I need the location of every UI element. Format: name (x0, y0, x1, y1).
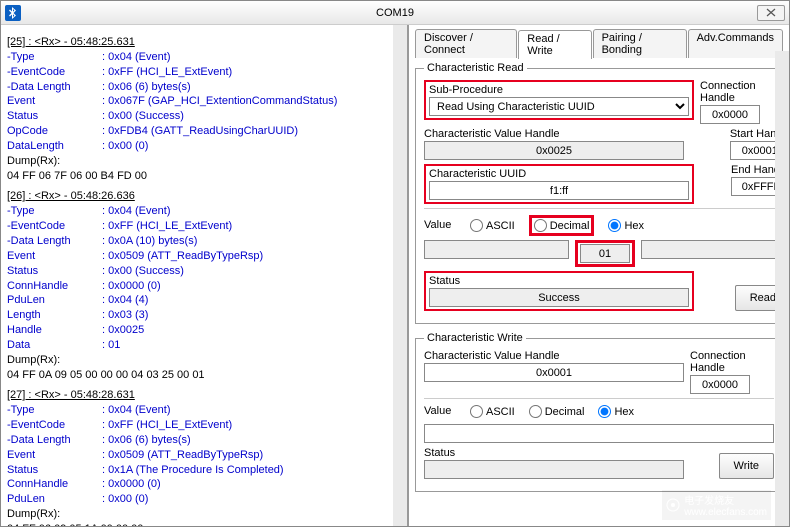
log-entry-header: [25] : <Rx> - 05:48:25.631 (7, 35, 401, 50)
write-radio-hex[interactable]: Hex (598, 405, 634, 418)
value-output (580, 244, 630, 263)
log-field: Status: 0x00 (Success) (7, 264, 401, 279)
log-field: -EventCode: 0xFF (HCI_LE_ExtEvent) (7, 418, 401, 433)
tab-read-write[interactable]: Read / Write (518, 30, 591, 59)
connection-handle-input[interactable] (700, 105, 760, 124)
sub-procedure-label: Sub-Procedure (429, 84, 689, 96)
divider (424, 208, 789, 209)
value-format-radios: ASCII Decimal Hex (470, 213, 644, 238)
write-cvh-label: Characteristic Value Handle (424, 350, 684, 362)
right-scrollbar[interactable] (775, 51, 789, 526)
radio-decimal[interactable]: Decimal (534, 219, 590, 232)
highlight-decimal: Decimal (529, 215, 595, 236)
log-field: Event: 0x067F (GAP_HCI_ExtentionCommandS… (7, 94, 401, 109)
log-dump-data: 04 FF 06 7F 06 00 B4 FD 00 (7, 169, 401, 184)
write-conn-handle-label: Connection Handle (690, 350, 774, 374)
write-conn-handle-input[interactable] (690, 375, 750, 394)
value-label: Value (424, 219, 464, 231)
log-dump-data: 04 FF 0A 09 05 00 00 00 04 03 25 00 01 (7, 368, 401, 383)
tab-strip: Discover / Connect Read / Write Pairing … (415, 29, 783, 58)
write-value-label: Value (424, 405, 464, 417)
char-uuid-input[interactable] (429, 181, 689, 200)
tab-adv-commands[interactable]: Adv.Commands (688, 29, 783, 58)
log-field: Event: 0x0509 (ATT_ReadByTypeRsp) (7, 249, 401, 264)
char-uuid-label: Characteristic UUID (429, 168, 689, 180)
log-field: Handle: 0x0025 (7, 323, 401, 338)
write-status-output (424, 460, 684, 479)
log-field: DataLength: 0x00 (0) (7, 139, 401, 154)
log-field: -Type: 0x04 (Event) (7, 204, 401, 219)
log-field: -EventCode: 0xFF (HCI_LE_ExtEvent) (7, 219, 401, 234)
divider (424, 398, 774, 399)
log-dump-label: Dump(Rx): (7, 507, 401, 522)
log-panel: [25] : <Rx> - 05:48:25.631-Type: 0x04 (E… (1, 25, 409, 526)
log-dump-label: Dump(Rx): (7, 154, 401, 169)
log-field: ConnHandle: 0x0000 (0) (7, 279, 401, 294)
right-panel: Discover / Connect Read / Write Pairing … (409, 25, 789, 526)
tab-discover-connect[interactable]: Discover / Connect (415, 29, 517, 58)
highlight-sub-procedure: Sub-Procedure Read Using Characteristic … (424, 80, 694, 120)
close-icon (761, 8, 781, 17)
watermark-icon (666, 498, 680, 512)
log-field: Event: 0x0509 (ATT_ReadByTypeRsp) (7, 448, 401, 463)
characteristic-write-legend: Characteristic Write (424, 332, 526, 344)
log-field: PduLen: 0x00 (0) (7, 492, 401, 507)
highlight-uuid: Characteristic UUID (424, 164, 694, 204)
log-field: -Type: 0x04 (Event) (7, 403, 401, 418)
log-entry-header: [27] : <Rx> - 05:48:28.631 (7, 388, 401, 403)
value-output-left (424, 240, 569, 259)
title-bar: COM19 (1, 1, 789, 25)
characteristic-read-legend: Characteristic Read (424, 62, 527, 74)
write-radio-ascii[interactable]: ASCII (470, 405, 515, 418)
write-cvh-input[interactable] (424, 363, 684, 382)
highlight-status: Status (424, 271, 694, 311)
status-output (429, 288, 689, 307)
log-field: ConnHandle: 0x0000 (0) (7, 477, 401, 492)
write-radio-decimal[interactable]: Decimal (529, 405, 585, 418)
tab-pairing-bonding[interactable]: Pairing / Bonding (593, 29, 687, 58)
app-window: COM19 [25] : <Rx> - 05:48:25.631-Type: 0… (0, 0, 790, 527)
log-field: PduLen: 0x04 (4) (7, 293, 401, 308)
radio-ascii[interactable]: ASCII (470, 219, 515, 232)
log-dump-data: 04 FF 06 09 05 1A 00 00 00 (7, 522, 401, 526)
window-title: COM19 (1, 7, 789, 19)
write-value-input[interactable] (424, 424, 774, 443)
write-value-format-radios: ASCII Decimal Hex (470, 403, 634, 420)
watermark: 电子发烧友 www.elecfans.com (662, 490, 771, 520)
char-value-handle-input[interactable] (424, 141, 684, 160)
log-dump-label: Dump(Rx): (7, 353, 401, 368)
log-field: -Data Length: 0x06 (6) bytes(s) (7, 80, 401, 95)
status-label: Status (429, 275, 689, 287)
characteristic-read-group: Characteristic Read Sub-Procedure Read U… (415, 62, 789, 324)
log-field: Status: 0x00 (Success) (7, 109, 401, 124)
log-field: -Data Length: 0x0A (10) bytes(s) (7, 234, 401, 249)
content-area: [25] : <Rx> - 05:48:25.631-Type: 0x04 (E… (1, 25, 789, 526)
log-field: OpCode: 0xFDB4 (GATT_ReadUsingCharUUID) (7, 124, 401, 139)
log-field: Data: 01 (7, 338, 401, 353)
log-field: -Data Length: 0x06 (6) bytes(s) (7, 433, 401, 448)
log-scrollbar[interactable] (393, 25, 407, 526)
sub-procedure-select[interactable]: Read Using Characteristic UUID (429, 97, 689, 116)
log-field: Status: 0x1A (The Procedure Is Completed… (7, 463, 401, 478)
value-output-right (641, 240, 789, 259)
write-status-label: Status (424, 447, 684, 459)
log-field: Length: 0x03 (3) (7, 308, 401, 323)
characteristic-write-group: Characteristic Write Characteristic Valu… (415, 332, 783, 492)
log-field: -EventCode: 0xFF (HCI_LE_ExtEvent) (7, 65, 401, 80)
radio-hex[interactable]: Hex (608, 219, 644, 232)
highlight-value (575, 240, 635, 267)
close-button[interactable] (757, 5, 785, 21)
log-entry-header: [26] : <Rx> - 05:48:26.636 (7, 189, 401, 204)
log-field: -Type: 0x04 (Event) (7, 50, 401, 65)
write-button[interactable]: Write (719, 453, 774, 479)
char-value-handle-label: Characteristic Value Handle (424, 128, 684, 140)
